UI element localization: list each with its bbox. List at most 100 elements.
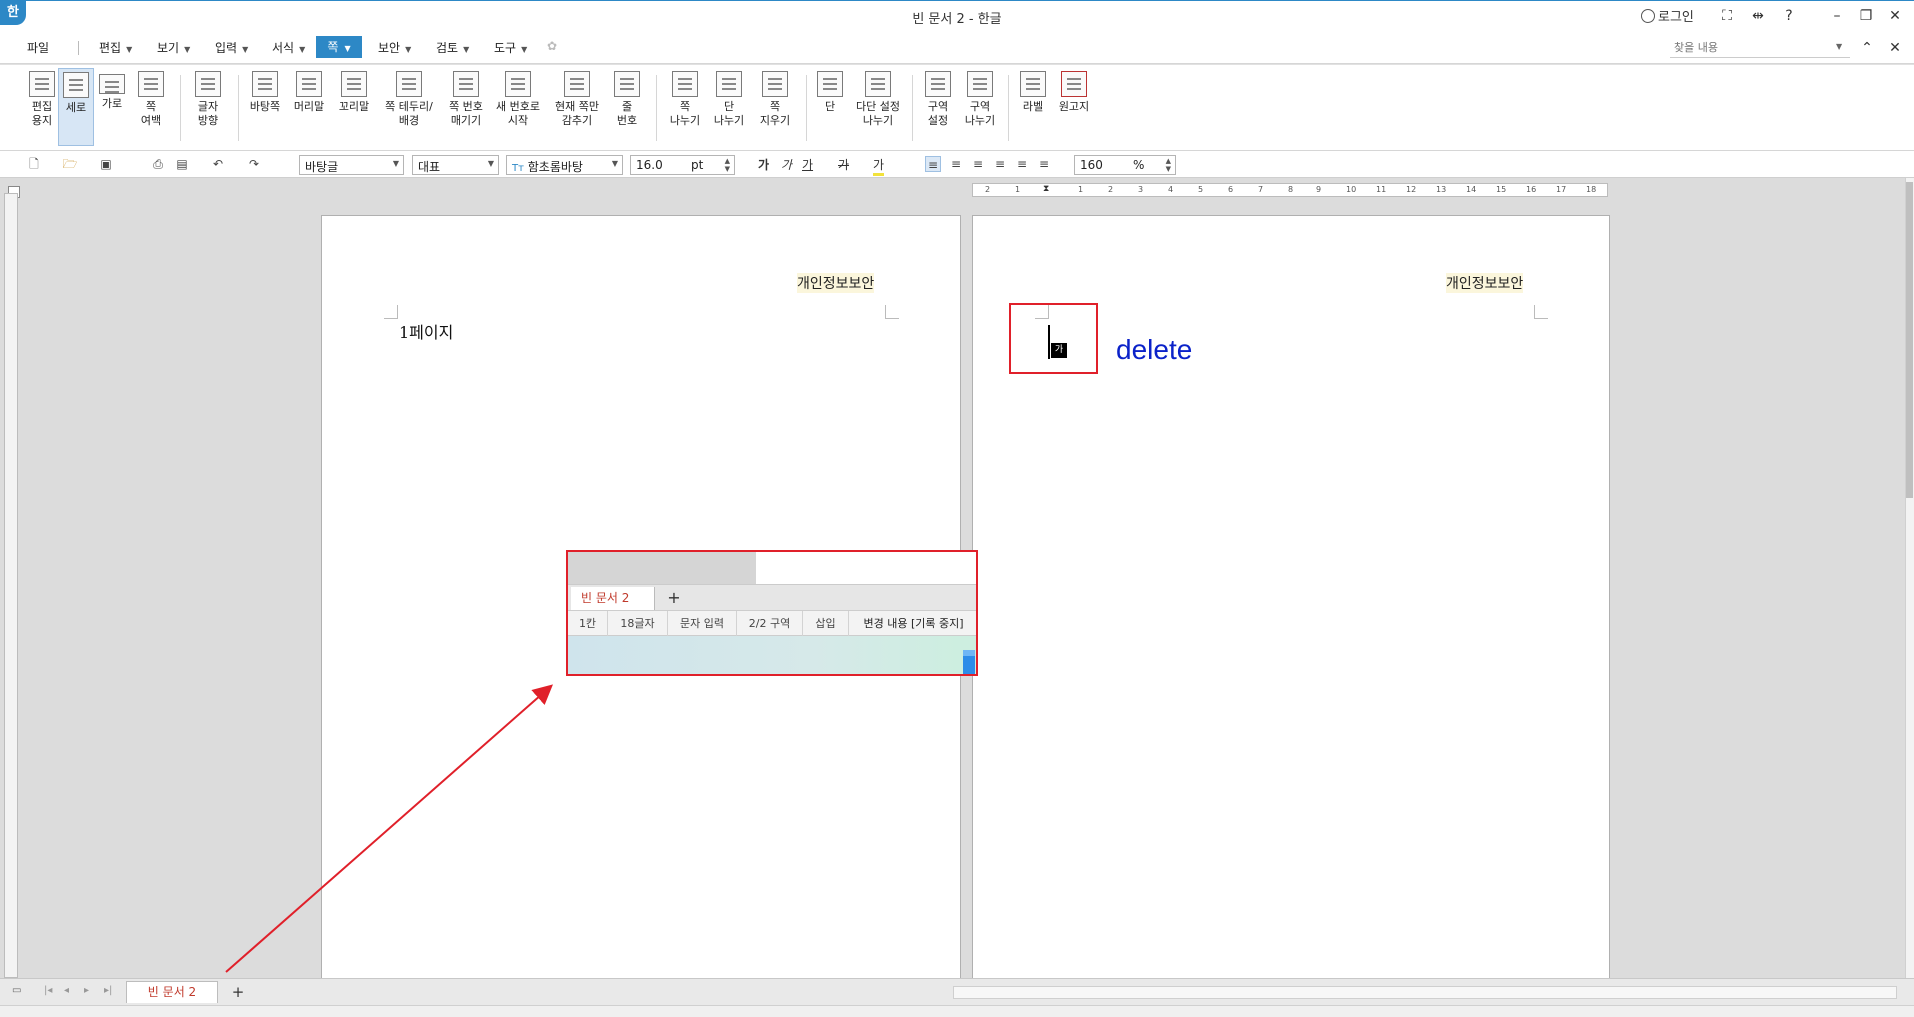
multi-column-button[interactable]: 다단 설정 나누기 (850, 71, 906, 128)
extension-icon[interactable]: ✿ (547, 39, 557, 53)
margin-button[interactable]: 쪽 여백 (130, 71, 172, 128)
fullscreen-icon[interactable]: ⛶ (1716, 5, 1738, 27)
vertical-ruler[interactable] (4, 193, 18, 978)
save-icon[interactable]: ▣ (98, 156, 114, 172)
underline-button[interactable]: 가 (802, 156, 813, 173)
menu-separator (78, 41, 79, 55)
menu-view[interactable]: 보기 ▼ (157, 39, 190, 56)
chevron-down-icon: ▼ (611, 159, 618, 168)
delete-page-label: 쪽 지우기 (759, 100, 791, 127)
last-tab-icon[interactable]: ▸| (104, 985, 112, 996)
ruler-tick: 11 (1376, 185, 1387, 194)
menu-edit[interactable]: 편집 ▼ (99, 39, 132, 56)
menu-insert[interactable]: 입력 ▼ (215, 39, 248, 56)
hide-page-button[interactable]: 현재 쪽만 감추기 (550, 71, 604, 128)
ribbon-toggle-icon[interactable]: ⇹ (1747, 5, 1769, 27)
menu-format[interactable]: 서식 ▼ (272, 39, 305, 56)
page-border-button[interactable]: 쪽 테두리/ 배경 (378, 71, 440, 128)
column-break-button[interactable]: 단 나누기 (708, 71, 750, 128)
bold-button[interactable]: 가 (758, 156, 769, 173)
comment-icon[interactable]: ▭ (12, 985, 21, 996)
menu-review[interactable]: 검토 ▼ (436, 39, 469, 56)
align-distribute-icon[interactable]: ≡ (1014, 156, 1030, 172)
footer-icon (341, 71, 367, 97)
align-justify-icon[interactable]: ≡ (925, 156, 941, 172)
footer-button[interactable]: 꼬리말 (334, 71, 374, 114)
ruler-tick: 3 (1138, 185, 1144, 194)
redo-icon[interactable]: ↷ (246, 156, 262, 172)
label-button[interactable]: 라벨 (1016, 71, 1050, 114)
page-body-text[interactable]: 1페이지 (399, 319, 453, 343)
header-button[interactable]: 머리말 (290, 71, 328, 114)
language-select[interactable]: 대표 ▼ (412, 155, 499, 175)
indent-marker-icon[interactable]: ⧗ (1043, 184, 1049, 194)
horizontal-ruler[interactable]: 2 1 ⧗ 1 2 3 4 5 6 7 8 9 10 11 12 13 14 1… (972, 183, 1608, 197)
help-button[interactable]: ? (1778, 5, 1800, 27)
add-tab-button[interactable]: + (228, 983, 248, 1001)
new-doc-icon[interactable]: 🗋 (26, 156, 42, 172)
zoom-field[interactable]: 160% ▲ ▼ (1074, 155, 1176, 175)
status-section: 2/2 구역 (737, 611, 803, 636)
align-left-icon[interactable]: ≡ (948, 156, 964, 172)
italic-button[interactable]: 가 (781, 156, 792, 173)
highlight-button[interactable]: 가 (873, 156, 885, 176)
format-toolbar: 🗋 🗁 ▣ ⎙ ▤ ↶ ↷ 바탕글 ▼ 대표 ▼ Tт 함초롬바탕 ▼ 16.0 pt ▲… (0, 151, 1914, 178)
search-input[interactable] (1674, 41, 1824, 54)
print-icon[interactable]: ⎙ (150, 156, 166, 172)
menu-security[interactable]: 보안 ▼ (378, 39, 411, 56)
chevron-down-icon: ▼ (184, 45, 191, 54)
search-field[interactable] (1670, 38, 1850, 58)
align-right-icon[interactable]: ≡ (992, 156, 1008, 172)
menu-page[interactable]: 쪽 ▼ (316, 36, 362, 58)
scrollbar-thumb[interactable] (1906, 182, 1913, 498)
line-number-button[interactable]: 줄 번호 (608, 71, 646, 128)
page-break-button[interactable]: 쪽 나누기 (664, 71, 706, 128)
open-folder-icon[interactable]: 🗁 (62, 156, 78, 172)
strike-button[interactable]: 가 (838, 156, 849, 173)
align-center-icon[interactable]: ≡ (970, 156, 986, 172)
page-number-label: 쪽 번호 매기기 (449, 100, 483, 127)
style-select[interactable]: 바탕글 ▼ (299, 155, 404, 175)
first-tab-icon[interactable]: |◂ (44, 985, 52, 996)
next-tab-icon[interactable]: ▸ (84, 985, 89, 996)
page-border-label: 쪽 테두리/ 배경 (385, 100, 433, 127)
tab-document[interactable]: 빈 문서 2 (126, 981, 218, 1003)
new-number-button[interactable]: 새 번호로 시작 (492, 71, 544, 128)
text-direction-button[interactable]: 글자 방향 (186, 71, 230, 128)
undo-icon[interactable]: ↶ (210, 156, 226, 172)
font-select[interactable]: Tт 함초롬바탕 ▼ (506, 155, 623, 175)
page-number-button[interactable]: 쪽 번호 매기기 (442, 71, 490, 128)
status-column: 1칸 (568, 611, 608, 636)
close-doc-icon[interactable]: ✕ (1884, 37, 1906, 59)
label-icon (1020, 71, 1046, 97)
columns-button[interactable]: 단 (814, 71, 846, 114)
chevron-down-icon: ▼ (463, 45, 470, 54)
chevron-down-icon: ▼ (521, 45, 528, 54)
delete-page-icon (762, 71, 788, 97)
search-dropdown-icon[interactable]: ▼ (1836, 42, 1842, 51)
collapse-ribbon-icon[interactable]: ⌃ (1856, 37, 1878, 59)
preview-icon[interactable]: ▤ (174, 156, 190, 172)
status-insert: 삽입 (803, 611, 849, 636)
section-break-button[interactable]: 구역 나누기 (960, 71, 1000, 128)
menu-tools[interactable]: 도구 ▼ (494, 39, 527, 56)
zoom-value: 160 (1080, 158, 1103, 172)
login-button[interactable]: 로그인 (1641, 6, 1694, 25)
close-icon[interactable]: ✕ (1884, 5, 1906, 27)
font-value: 함초롬바탕 (527, 160, 583, 174)
restore-icon[interactable]: ❐ (1855, 5, 1877, 27)
section-setup-button[interactable]: 구역 설정 (918, 71, 958, 128)
master-page-button[interactable]: 바탕쪽 (244, 71, 286, 114)
delete-page-button[interactable]: 쪽 지우기 (754, 71, 796, 128)
align-split-icon[interactable]: ≡ (1036, 156, 1052, 172)
portrait-button[interactable]: 세로 (58, 68, 94, 146)
callout-status-bar: 1칸 18글자 문자 입력 2/2 구역 삽입 변경 내용 [기록 중지] (568, 610, 976, 636)
menu-file[interactable]: 파일 (27, 39, 49, 56)
prev-tab-icon[interactable]: ◂ (64, 985, 69, 996)
font-size-field[interactable]: 16.0 pt ▲ ▼ (630, 155, 735, 175)
manuscript-button[interactable]: 원고지 (1054, 71, 1094, 114)
page-setup-button[interactable]: 편집 용지 (22, 71, 62, 128)
horizontal-scrollbar[interactable] (953, 986, 1897, 999)
minimize-icon[interactable]: – (1826, 5, 1848, 27)
landscape-button[interactable]: 가로 (96, 71, 128, 111)
